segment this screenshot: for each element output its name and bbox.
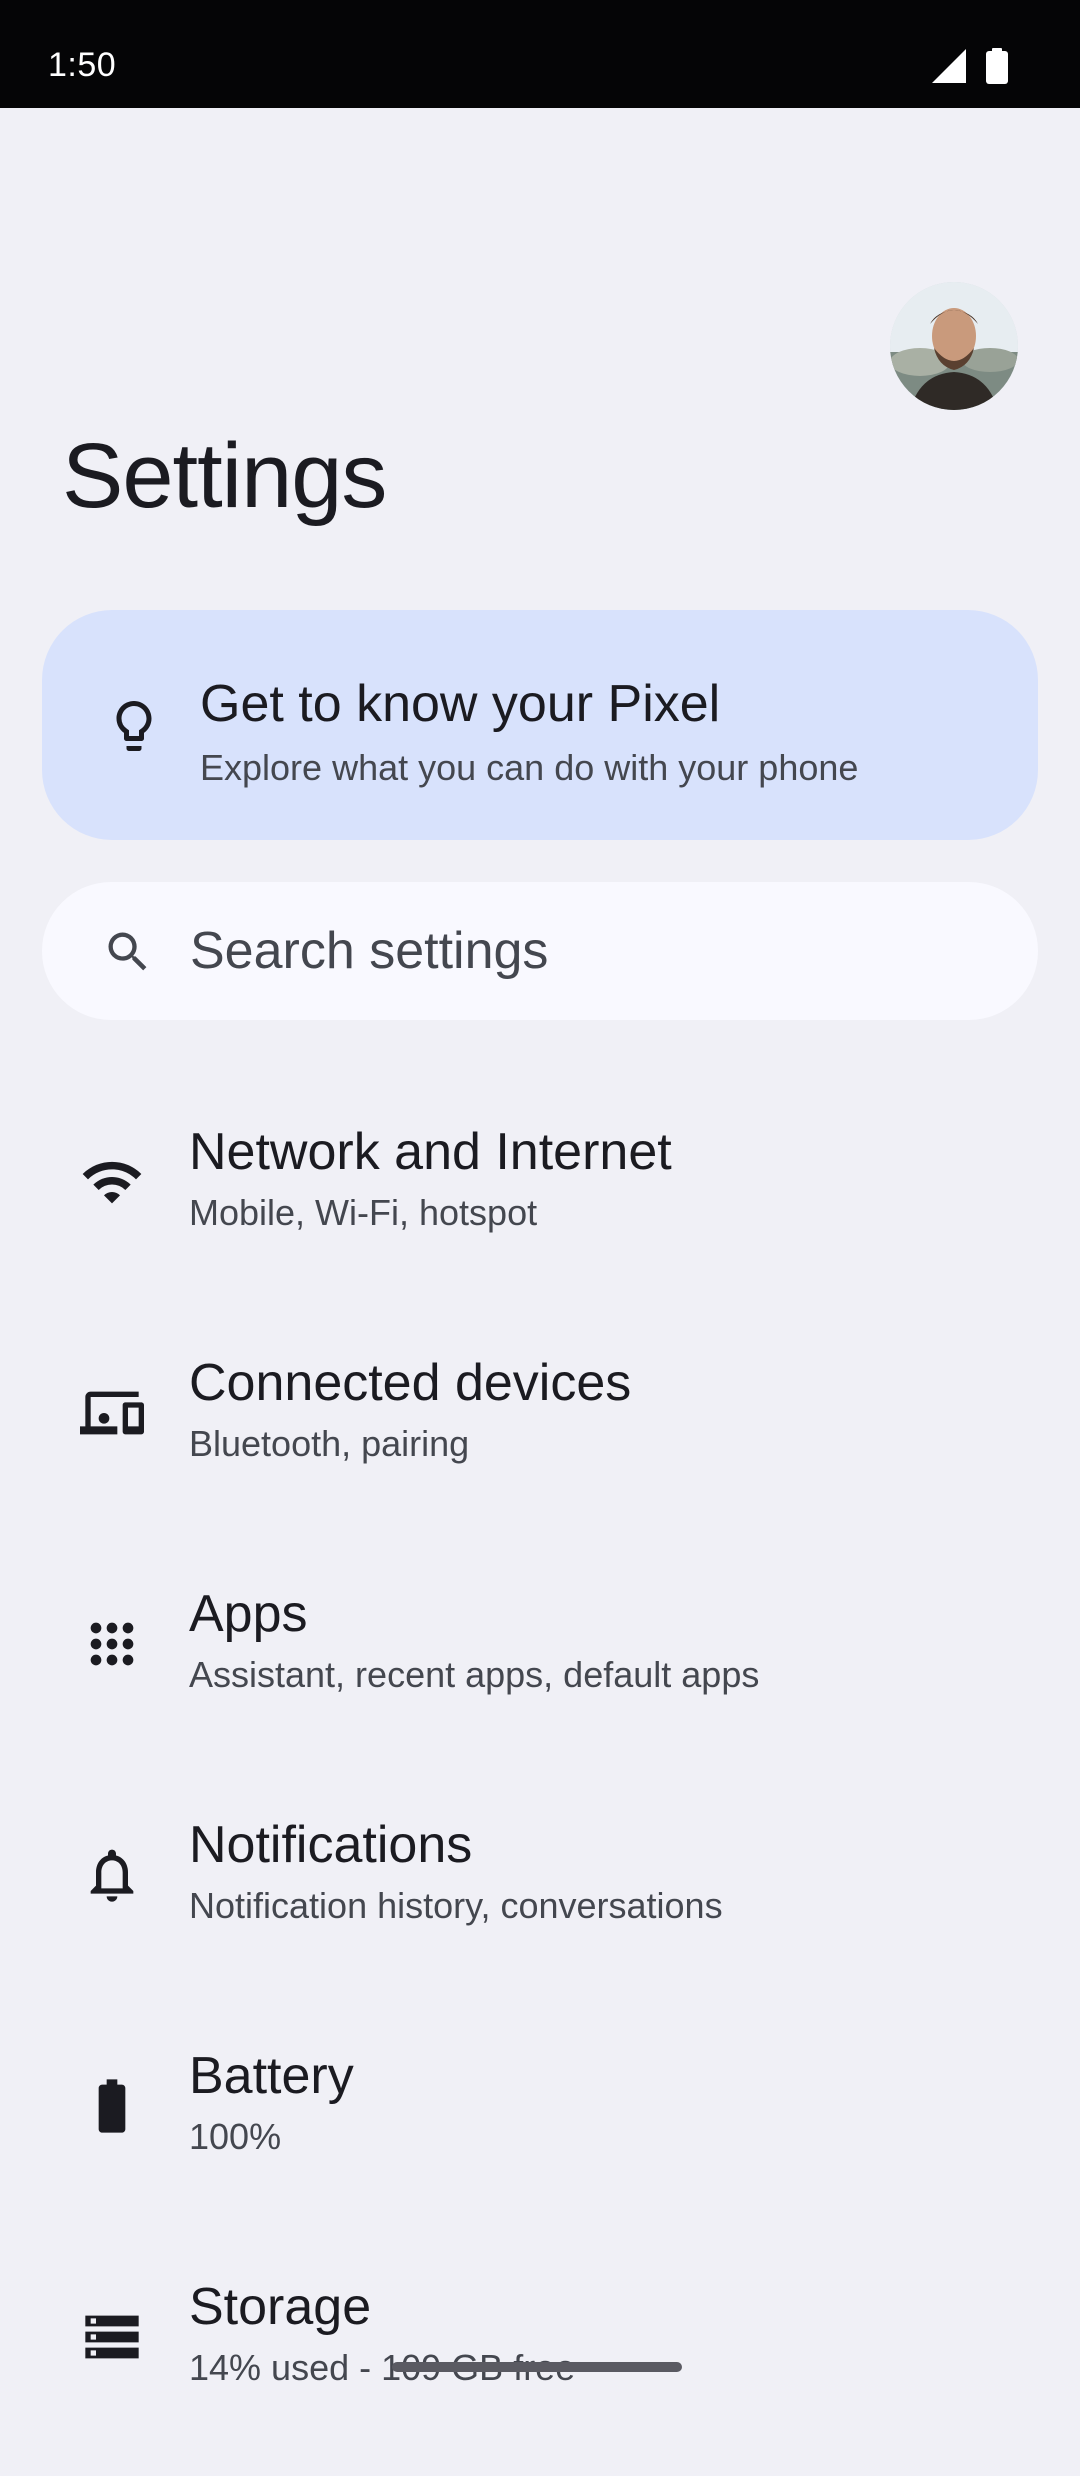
search-settings-bar[interactable]: Search settings bbox=[42, 882, 1038, 1020]
status-bar: 1:50 bbox=[0, 0, 1080, 108]
battery-icon bbox=[80, 2074, 144, 2138]
settings-item-storage[interactable]: Storage 14% used - 109 GB free bbox=[0, 2245, 1080, 2476]
search-icon bbox=[102, 926, 154, 978]
settings-item-apps[interactable]: Apps Assistant, recent apps, default app… bbox=[0, 1552, 1080, 1783]
storage-icon bbox=[80, 2305, 144, 2369]
settings-item-title: Notifications bbox=[189, 1816, 473, 1874]
settings-item-subtitle: Notification history, conversations bbox=[189, 1885, 723, 1926]
status-icons bbox=[932, 48, 1008, 89]
settings-item-title: Connected devices bbox=[189, 1354, 632, 1412]
search-placeholder: Search settings bbox=[190, 922, 549, 980]
gesture-nav-handle[interactable] bbox=[392, 2362, 682, 2372]
settings-item-title: Storage bbox=[189, 2278, 372, 2336]
settings-item-subtitle: Assistant, recent apps, default apps bbox=[189, 1654, 760, 1695]
settings-item-subtitle: Mobile, Wi-Fi, hotspot bbox=[189, 1192, 538, 1233]
status-time: 1:50 bbox=[48, 46, 117, 84]
apps-grid-icon bbox=[80, 1612, 144, 1676]
devices-icon bbox=[80, 1381, 144, 1445]
settings-list: Network and Internet Mobile, Wi-Fi, hots… bbox=[0, 1090, 1080, 2476]
settings-item-network[interactable]: Network and Internet Mobile, Wi-Fi, hots… bbox=[0, 1090, 1080, 1321]
settings-item-title: Battery bbox=[189, 2047, 354, 2105]
bell-icon bbox=[80, 1843, 144, 1907]
cell-signal-icon bbox=[932, 49, 966, 88]
settings-item-subtitle: 100% bbox=[189, 2116, 282, 2157]
wifi-icon bbox=[80, 1150, 144, 1214]
card-title: Get to know your Pixel bbox=[200, 675, 721, 733]
battery-icon bbox=[986, 48, 1008, 89]
settings-item-notifications[interactable]: Notifications Notification history, conv… bbox=[0, 1783, 1080, 2014]
settings-item-connected-devices[interactable]: Connected devices Bluetooth, pairing bbox=[0, 1321, 1080, 1552]
settings-item-subtitle: Bluetooth, pairing bbox=[189, 1423, 470, 1464]
settings-item-title: Network and Internet bbox=[189, 1123, 672, 1181]
page-title: Settings bbox=[62, 425, 387, 527]
settings-item-battery[interactable]: Battery 100% bbox=[0, 2014, 1080, 2245]
card-subtitle: Explore what you can do with your phone bbox=[200, 747, 859, 788]
settings-item-title: Apps bbox=[189, 1585, 308, 1643]
pixel-tips-card[interactable]: Get to know your Pixel Explore what you … bbox=[42, 610, 1038, 840]
lightbulb-icon bbox=[104, 696, 164, 756]
account-avatar[interactable] bbox=[890, 282, 1018, 410]
